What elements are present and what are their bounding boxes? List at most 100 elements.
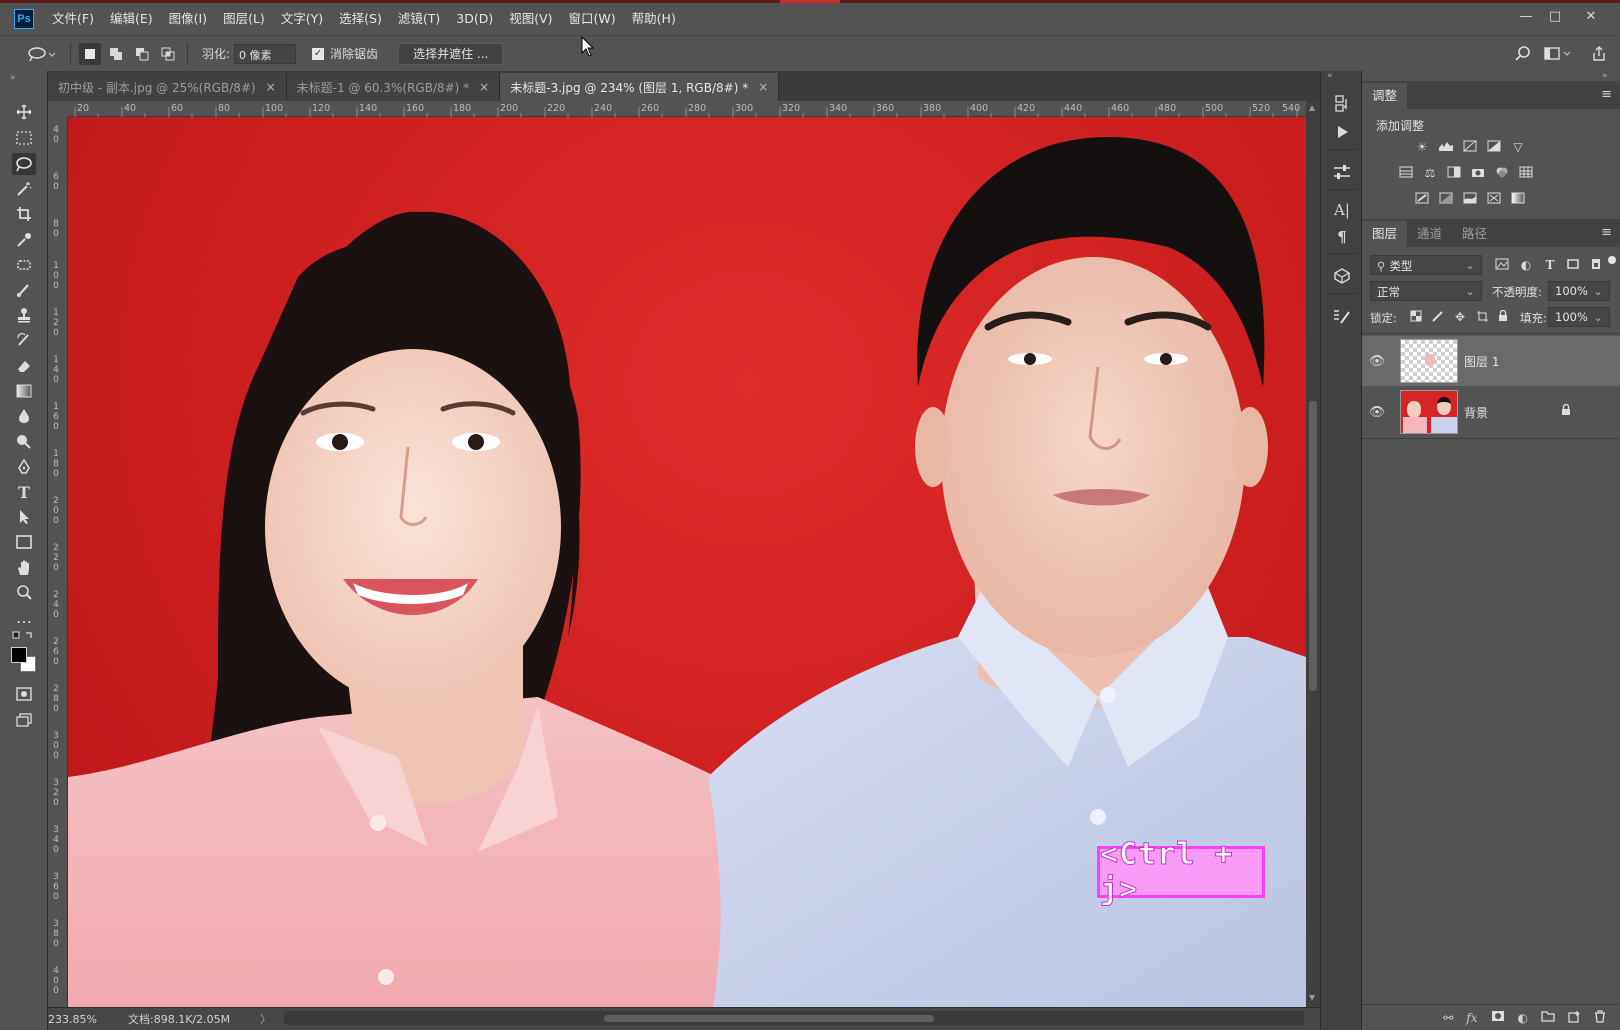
eraser-tool-icon[interactable] — [12, 355, 36, 377]
add-mask-icon[interactable] — [1491, 1010, 1505, 1025]
visibility-eye-icon[interactable]: 👁 — [1362, 405, 1392, 420]
threshold-icon[interactable] — [1462, 192, 1478, 206]
layer-lock-icon[interactable] — [1560, 403, 1572, 419]
invert-icon[interactable] — [1414, 192, 1430, 206]
color-lookup-icon[interactable] — [1518, 166, 1534, 180]
intersect-selection-icon[interactable] — [157, 43, 179, 65]
select-and-mask-button[interactable]: 选择并遮住 ... — [398, 42, 504, 65]
photoshop-logo-icon[interactable]: Ps — [14, 9, 34, 29]
hand-tool-icon[interactable] — [12, 556, 36, 578]
color-swatches[interactable] — [10, 646, 40, 676]
layer-filter-select[interactable]: ⚲ 类型 ⌄ — [1370, 255, 1482, 275]
horizontal-scroll-thumb[interactable] — [604, 1015, 934, 1022]
photo-canvas[interactable]: <Ctrl + j> — [68, 117, 1306, 1007]
tab-close-icon[interactable]: × — [266, 80, 276, 94]
search-icon[interactable] — [1512, 43, 1534, 65]
history-brush-tool-icon[interactable] — [12, 329, 36, 351]
menu-type[interactable]: 文字(Y) — [273, 3, 331, 35]
more-tools-icon[interactable]: … — [12, 606, 36, 628]
filter-pixel-icon[interactable] — [1494, 258, 1510, 272]
subtract-selection-icon[interactable] — [131, 43, 153, 65]
menu-help[interactable]: 帮助(H) — [624, 3, 684, 35]
marquee-tool-icon[interactable] — [12, 127, 36, 149]
foreground-color-swatch[interactable] — [11, 647, 27, 663]
tab-adjustments[interactable]: 调整 — [1362, 83, 1408, 109]
status-menu-arrow-icon[interactable]: 〉 — [260, 1011, 271, 1027]
brightness-contrast-icon[interactable]: ☀ — [1414, 140, 1430, 154]
new-adjustment-layer-icon[interactable]: ◐ — [1518, 1011, 1528, 1025]
menu-edit[interactable]: 编辑(E) — [102, 3, 161, 35]
quick-mask-icon[interactable] — [12, 683, 36, 705]
dodge-tool-icon[interactable] — [12, 430, 36, 452]
collapse-tools-icon[interactable]: » — [10, 73, 16, 83]
clone-stamp-tool-icon[interactable] — [12, 304, 36, 326]
restore-icon[interactable]: □ — [1544, 9, 1566, 27]
zoom-level[interactable]: 233.85% — [48, 1013, 110, 1026]
tab-channels[interactable]: 通道 — [1407, 221, 1452, 247]
properties-panel-icon[interactable] — [1331, 161, 1353, 183]
menu-select[interactable]: 选择(S) — [331, 3, 390, 35]
add-selection-icon[interactable] — [105, 43, 127, 65]
vertical-scrollbar[interactable]: ▲ ▼ — [1306, 101, 1320, 1007]
layer-row[interactable]: 👁 背景 — [1362, 387, 1620, 437]
screen-mode-icon[interactable] — [12, 709, 36, 731]
rectangle-tool-icon[interactable] — [12, 531, 36, 553]
blur-tool-icon[interactable] — [12, 405, 36, 427]
type-tool-icon[interactable]: T — [12, 481, 36, 503]
link-layers-icon[interactable]: ⚯ — [1443, 1011, 1453, 1025]
collapse-panels-icon[interactable]: » — [1602, 71, 1608, 81]
layer-name[interactable]: 图层 1 — [1464, 353, 1499, 370]
opacity-input[interactable]: 100% ⌄ — [1548, 281, 1610, 301]
layer-row[interactable]: 👁 图层 1 — [1362, 336, 1620, 386]
layers-menu-icon[interactable]: ≡ — [1601, 225, 1612, 240]
tab-close-icon[interactable]: × — [758, 80, 768, 94]
filter-type-icon[interactable]: T — [1542, 258, 1558, 272]
hue-saturation-icon[interactable] — [1398, 166, 1414, 180]
color-balance-icon[interactable]: ⚖ — [1422, 166, 1438, 180]
scroll-down-icon[interactable]: ▼ — [1309, 993, 1315, 1002]
vibrance-icon[interactable]: ▽ — [1510, 140, 1526, 154]
swap-colors-icon[interactable] — [12, 629, 36, 643]
new-selection-icon[interactable] — [79, 42, 101, 65]
channel-mixer-icon[interactable] — [1494, 166, 1510, 180]
lock-position-icon[interactable]: ✥ — [1452, 310, 1468, 324]
levels-icon[interactable] — [1438, 140, 1454, 154]
share-icon[interactable] — [1588, 43, 1610, 65]
visibility-eye-icon[interactable]: 👁 — [1362, 354, 1392, 369]
move-tool-icon[interactable] — [12, 101, 36, 123]
menu-filter[interactable]: 滤镜(T) — [390, 3, 448, 35]
layer-style-fx-icon[interactable]: fx — [1466, 1011, 1477, 1025]
layer-name[interactable]: 背景 — [1464, 404, 1488, 421]
new-group-icon[interactable] — [1541, 1010, 1555, 1025]
collapse-strip-icon[interactable]: « — [1327, 71, 1333, 81]
document-canvas[interactable]: <Ctrl + j> — [68, 117, 1306, 1007]
new-layer-icon[interactable] — [1568, 1010, 1581, 1026]
paragraph-panel-icon[interactable]: ¶ — [1331, 226, 1353, 248]
antialias-checkbox[interactable]: ✓ — [312, 47, 325, 60]
brush-settings-icon[interactable] — [1331, 305, 1353, 327]
exposure-icon[interactable] — [1486, 140, 1502, 154]
magic-wand-tool-icon[interactable] — [12, 178, 36, 200]
3d-panel-icon[interactable] — [1331, 265, 1353, 287]
delete-layer-icon[interactable] — [1594, 1009, 1606, 1026]
tab-document-2[interactable]: 未标题-1 @ 60.3%(RGB/8#) * × — [286, 73, 501, 101]
history-panel-icon[interactable] — [1331, 93, 1353, 115]
pen-tool-icon[interactable] — [12, 456, 36, 478]
filter-adjustment-icon[interactable]: ◐ — [1518, 258, 1534, 272]
fill-input[interactable]: 100% ⌄ — [1548, 307, 1610, 327]
ruler-horizontal[interactable]: 20 40 60 80 100 120 140 160 180 200 220 … — [68, 101, 1306, 117]
menu-image[interactable]: 图像(I) — [161, 3, 215, 35]
tab-layers[interactable]: 图层 — [1362, 221, 1408, 247]
actions-play-icon[interactable] — [1331, 121, 1353, 143]
vertical-scroll-thumb[interactable] — [1309, 401, 1317, 691]
selective-color-icon[interactable] — [1486, 192, 1502, 206]
horizontal-scrollbar[interactable] — [284, 1011, 1304, 1025]
gradient-map-icon[interactable] — [1510, 192, 1526, 206]
character-panel-icon[interactable]: A| — [1331, 199, 1353, 221]
zoom-tool-icon[interactable] — [12, 581, 36, 603]
eyedropper-tool-icon[interactable] — [12, 229, 36, 251]
tab-document-1[interactable]: 初中级 - 副本.jpg @ 25%(RGB/8#) × — [48, 73, 287, 101]
posterize-icon[interactable] — [1438, 192, 1454, 206]
menu-layer[interactable]: 图层(L) — [215, 3, 273, 35]
feather-input[interactable]: 0 像素 — [234, 43, 297, 64]
